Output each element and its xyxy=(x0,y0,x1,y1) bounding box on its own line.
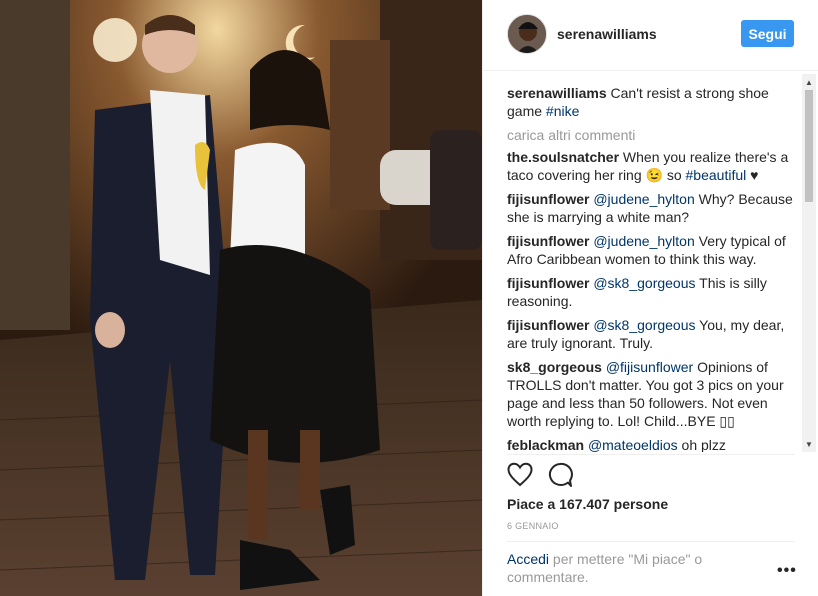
post-photo[interactable] xyxy=(0,0,482,596)
comment-hashtag[interactable]: #beautiful xyxy=(686,167,747,183)
comment-mention[interactable]: @sk8_gorgeous xyxy=(593,275,695,291)
scroll-down-arrow-icon[interactable]: ▼ xyxy=(802,438,816,450)
comment-icon[interactable] xyxy=(547,462,573,488)
comment-username[interactable]: fijisunflower xyxy=(507,191,589,207)
post-side-panel: serenawilliams Segui serenawilliams Can'… xyxy=(482,0,818,596)
load-more-comments-link[interactable]: carica altri commenti xyxy=(507,126,797,144)
caption-username[interactable]: serenawilliams xyxy=(507,85,607,101)
comment-username[interactable]: fijisunflower xyxy=(507,233,589,249)
heart-icon[interactable] xyxy=(507,462,533,488)
comment-username[interactable]: sk8_gorgeous xyxy=(507,359,602,375)
instagram-post: serenawilliams Segui serenawilliams Can'… xyxy=(0,0,818,596)
comment-suffix: ♥ xyxy=(746,167,759,183)
comment-mention[interactable]: @mateoeldios xyxy=(588,437,678,452)
comment-text: oh plzz xyxy=(677,437,726,452)
comment-item: fijisunflower @sk8_gorgeous This is sill… xyxy=(507,274,797,310)
comment-username[interactable]: fijisunflower xyxy=(507,317,589,333)
comment-mention[interactable]: @sk8_gorgeous xyxy=(593,317,695,333)
likes-count[interactable]: Piace a 167.407 persone xyxy=(507,496,668,512)
divider xyxy=(507,541,795,542)
avatar[interactable] xyxy=(507,14,547,54)
comment-item: feblackman @mateoeldios oh plzz xyxy=(507,436,797,452)
comment-username[interactable]: fijisunflower xyxy=(507,275,589,291)
comment-item: fijisunflower @judene_hylton Very typica… xyxy=(507,232,797,268)
comments-scrollbar[interactable]: ▲ ▼ xyxy=(802,74,816,452)
follow-button[interactable]: Segui xyxy=(741,20,794,47)
comment-item: fijisunflower @sk8_gorgeous You, my dear… xyxy=(507,316,797,352)
post-header: serenawilliams Segui xyxy=(483,0,818,71)
caption-hashtag[interactable]: #nike xyxy=(546,103,579,119)
couple-photo-image xyxy=(0,0,482,596)
scroll-up-arrow-icon[interactable]: ▲ xyxy=(802,76,816,88)
caption: serenawilliams Can't resist a strong sho… xyxy=(507,84,797,120)
comment-item: fijisunflower @judene_hylton Why? Becaus… xyxy=(507,190,797,226)
avatar-image xyxy=(508,15,546,53)
comment-item: sk8_gorgeous @fijisunflower Opinions of … xyxy=(507,358,797,430)
scrollbar-thumb[interactable] xyxy=(805,90,813,202)
comment-mention[interactable]: @judene_hylton xyxy=(593,191,694,207)
comment-item: the.soulsnatcher When you realize there'… xyxy=(507,148,797,184)
comments-list[interactable]: serenawilliams Can't resist a strong sho… xyxy=(507,84,797,452)
login-link[interactable]: Accedi xyxy=(507,551,549,567)
login-prompt: Accedi per mettere "Mi piace" o commenta… xyxy=(507,550,737,586)
post-date: 6 GENNAIO xyxy=(507,521,559,531)
comment-mention[interactable]: @judene_hylton xyxy=(593,233,694,249)
divider xyxy=(507,454,795,455)
more-options-icon[interactable]: ••• xyxy=(777,562,797,580)
comment-username[interactable]: feblackman xyxy=(507,437,584,452)
comment-mention[interactable]: @fijisunflower xyxy=(606,359,693,375)
comment-username[interactable]: the.soulsnatcher xyxy=(507,149,619,165)
header-username[interactable]: serenawilliams xyxy=(557,26,657,42)
